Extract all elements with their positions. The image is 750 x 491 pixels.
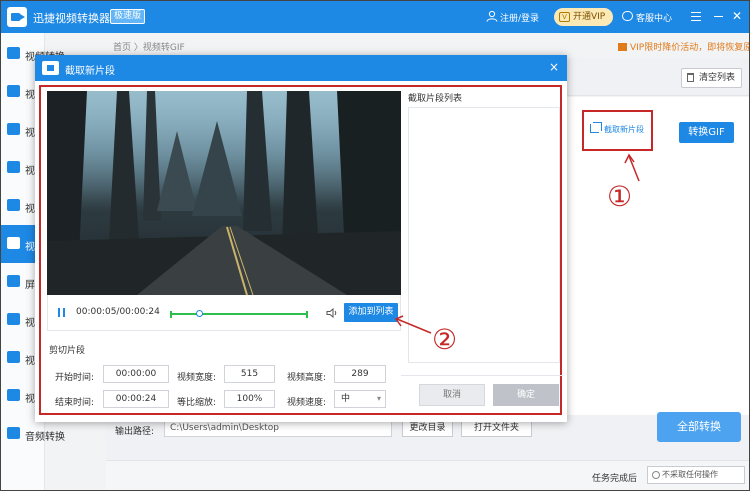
- annotation-arrows: [394, 153, 640, 334]
- annotation-number-one: ①: [607, 180, 633, 213]
- app-window: 迅捷视频转换器 极速版 注册/登录 V 开通VIP 客服中心 ✕ 视频转换 视 …: [0, 0, 750, 491]
- annotation-number-two: ②: [432, 323, 458, 356]
